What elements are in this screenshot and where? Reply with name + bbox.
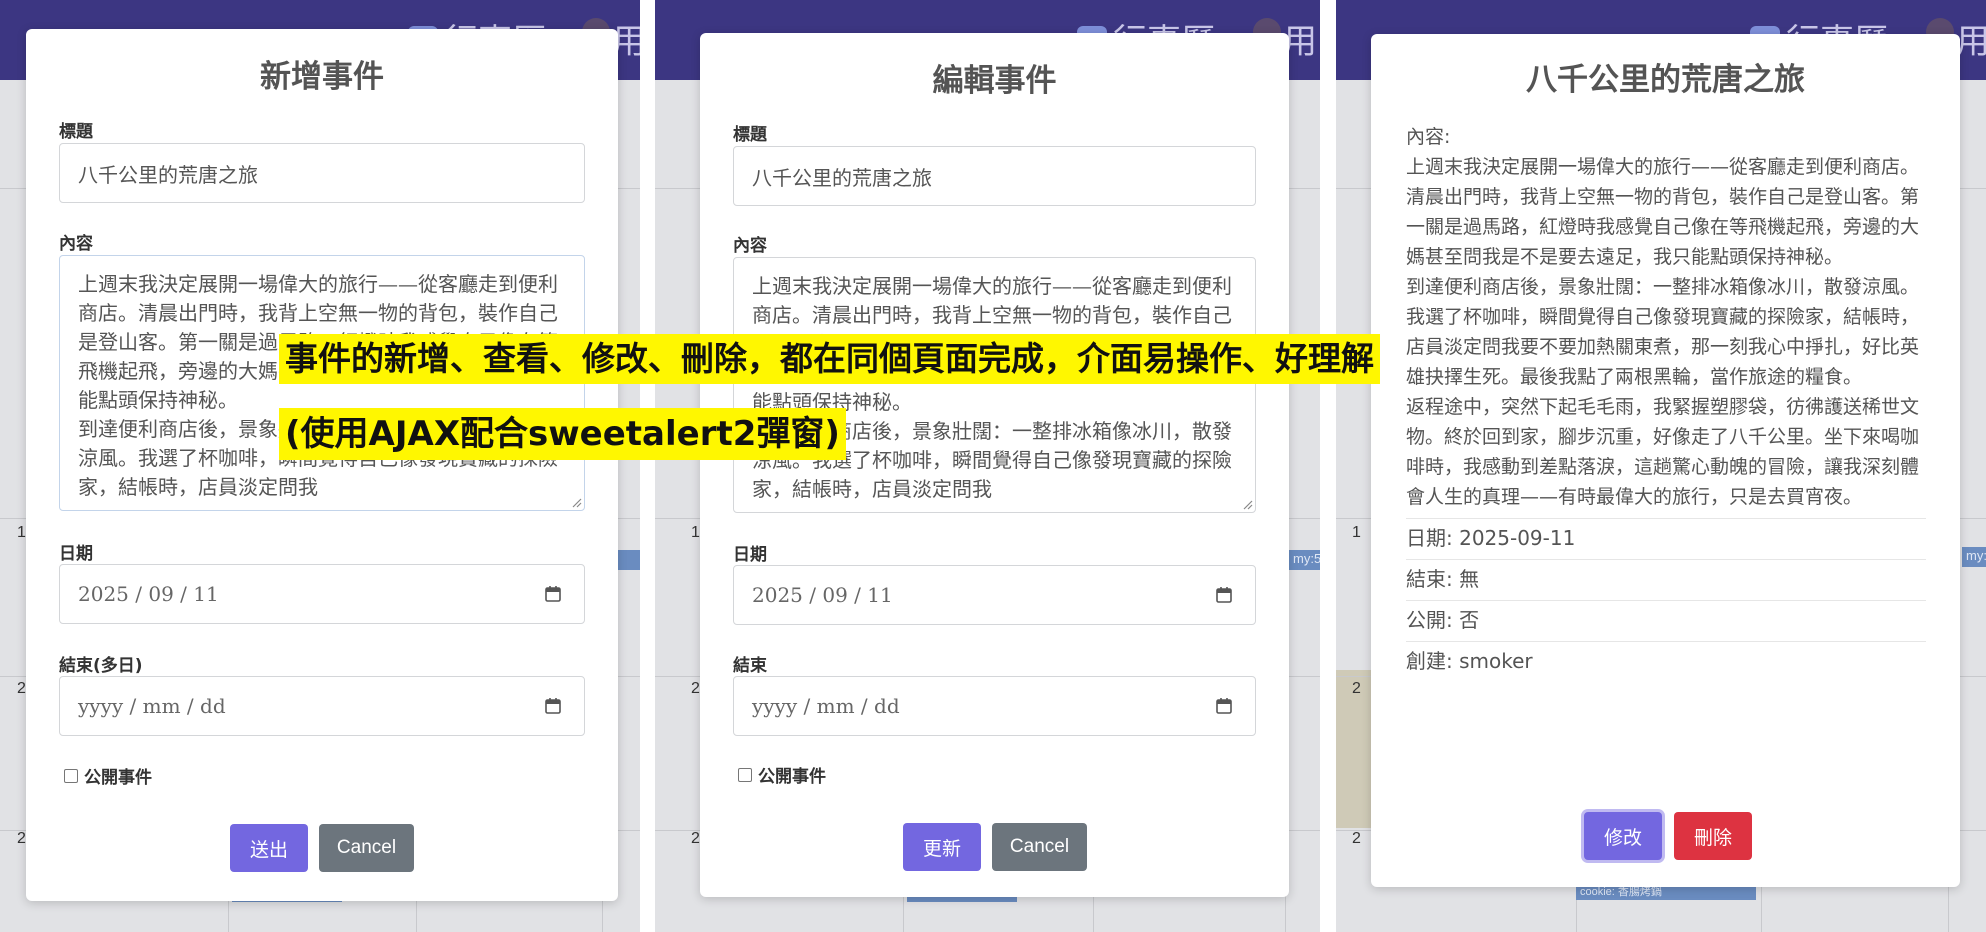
delete-button-label: 刪除 — [1693, 826, 1732, 849]
date-input-value: 2025 / 09 / 11 — [752, 583, 893, 607]
calendar-day-number: 1 — [691, 524, 700, 541]
calendar-event-label: my:2 — [1966, 548, 1986, 563]
calendar-event-chip[interactable]: my:5 — [1289, 550, 1320, 570]
calendar-event-chip[interactable]: my:2 — [1962, 547, 1986, 567]
edit-event-dialog: 編輯事件 標題 八千公里的荒唐之旅 內容 上週末我決定展開一場偉大的旅行——從客… — [700, 33, 1289, 897]
calendar-day-number: 2 — [1352, 830, 1361, 847]
calendar-picker-icon[interactable] — [1215, 697, 1233, 715]
add-event-dialog: 新增事件 標題 八千公里的荒唐之旅 內容 上週末我決定展開一場偉大的旅行——從客… — [26, 29, 618, 901]
content-label: 內容: — [1406, 126, 1451, 148]
feature-caption-subtitle: (使用AJAX配合sweetalert2彈窗) — [279, 408, 846, 460]
end-date-field-label: 結束 — [733, 656, 767, 676]
submit-button[interactable]: 送出 — [230, 824, 308, 872]
public-event-label: 公開事件 — [84, 768, 152, 788]
content-textarea[interactable]: 上週末我決定展開一場偉大的旅行——從客廳走到便利商店。清晨出門時，我背上空無一物… — [733, 257, 1256, 513]
cancel-button[interactable]: Cancel — [992, 823, 1087, 871]
event-detail-dialog: 八千公里的荒唐之旅 內容: 上週末我決定展開一場偉大的旅行——從客廳走到便利商店… — [1371, 34, 1960, 887]
title-field-label: 標題 — [59, 122, 93, 142]
calendar-event-chip[interactable] — [616, 550, 640, 570]
dialog-title: 新增事件 — [260, 59, 384, 95]
calendar-day-number: 2 — [17, 830, 26, 847]
submit-button-label: 送出 — [249, 838, 288, 861]
date-field-label: 日期 — [59, 544, 93, 564]
calendar-day-number: 1 — [17, 524, 26, 541]
composite-screenshot: 行事曆 用 1 2 2 行事曆 用 — [0, 0, 1986, 932]
calendar-picker-icon[interactable] — [1215, 586, 1233, 604]
calendar-event-label: cookie: 香腸烤鍋 — [1580, 886, 1662, 898]
calendar-day-number: 2 — [17, 680, 26, 697]
calendar-day-number: 1 — [1352, 524, 1361, 541]
date-input-value: 2025 / 09 / 11 — [78, 582, 219, 606]
update-button-label: 更新 — [922, 837, 961, 860]
end-date-placeholder: yyyy / mm / dd — [78, 694, 226, 718]
title-input-value: 八千公里的荒唐之旅 — [752, 165, 932, 190]
date-input[interactable]: 2025 / 09 / 11 — [59, 564, 585, 624]
panel-divider — [1320, 0, 1336, 932]
update-button[interactable]: 更新 — [903, 823, 981, 871]
calendar-day-number: 2 — [691, 680, 700, 697]
resize-grip-icon[interactable] — [1241, 498, 1253, 510]
title-input[interactable]: 八千公里的荒唐之旅 — [733, 146, 1256, 206]
user-label: 用 — [1956, 22, 1986, 62]
calendar-day-number: 2 — [1352, 680, 1361, 697]
dialog-title: 編輯事件 — [932, 63, 1057, 99]
calendar-picker-icon[interactable] — [544, 585, 562, 603]
title-field-label: 標題 — [733, 125, 767, 145]
title-input[interactable]: 八千公里的荒唐之旅 — [59, 143, 585, 203]
content-field-label: 內容 — [59, 234, 93, 254]
calendar-picker-icon[interactable] — [544, 697, 562, 715]
end-date-field-label: 結束(多日) — [59, 656, 143, 676]
cancel-button-label: Cancel — [1009, 836, 1070, 857]
content-field-label: 內容 — [733, 236, 767, 256]
end-date-input[interactable]: yyyy / mm / dd — [59, 676, 585, 736]
edit-button[interactable]: 修改 — [1584, 812, 1662, 860]
event-content-text: 上週末我決定展開一場偉大的旅行——從客廳走到便利商店。清晨出門時，我背上空無一物… — [1406, 156, 1920, 508]
end-date-placeholder: yyyy / mm / dd — [752, 694, 900, 718]
dialog-title: 八千公里的荒唐之旅 — [1526, 62, 1805, 98]
public-event-checkbox-row[interactable]: 公開事件 — [738, 762, 826, 787]
resize-grip-icon[interactable] — [570, 496, 582, 508]
cancel-button[interactable]: Cancel — [319, 824, 414, 872]
title-input-value: 八千公里的荒唐之旅 — [78, 162, 258, 187]
event-public-row: 公開: 否 — [1406, 600, 1926, 641]
delete-button[interactable]: 刪除 — [1674, 812, 1752, 860]
edit-button-label: 修改 — [1603, 826, 1642, 849]
cancel-button-label: Cancel — [336, 837, 397, 858]
feature-caption: 事件的新增、查看、修改、刪除，都在同個頁面完成，介面易操作、好理解 — [279, 334, 1380, 384]
event-date-row: 日期: 2025-09-11 — [1406, 518, 1926, 559]
calendar-day-number: 2 — [691, 830, 700, 847]
event-creator-row: 創建: smoker — [1406, 641, 1926, 682]
public-event-label: 公開事件 — [758, 767, 826, 787]
public-event-checkbox[interactable] — [738, 767, 752, 782]
calendar-event-label: my:5 — [1293, 551, 1320, 566]
date-field-label: 日期 — [733, 545, 767, 565]
end-date-input[interactable]: yyyy / mm / dd — [733, 676, 1256, 736]
public-event-checkbox[interactable] — [64, 768, 78, 783]
event-end-row: 結束: 無 — [1406, 559, 1926, 600]
date-input[interactable]: 2025 / 09 / 11 — [733, 565, 1256, 625]
public-event-checkbox-row[interactable]: 公開事件 — [64, 763, 152, 788]
panel-divider — [640, 0, 655, 932]
content-textarea-value: 上週末我決定展開一場偉大的旅行——從客廳走到便利商店。清晨出門時，我背上空無一物… — [752, 274, 1232, 501]
content-textarea-value: 上週末我決定展開一場偉大的旅行——從客廳走到便利商店。清晨出門時，我背上空無一物… — [78, 272, 558, 499]
event-detail-body: 內容: 上週末我決定展開一場偉大的旅行——從客廳走到便利商店。清晨出門時，我背上… — [1406, 122, 1926, 682]
